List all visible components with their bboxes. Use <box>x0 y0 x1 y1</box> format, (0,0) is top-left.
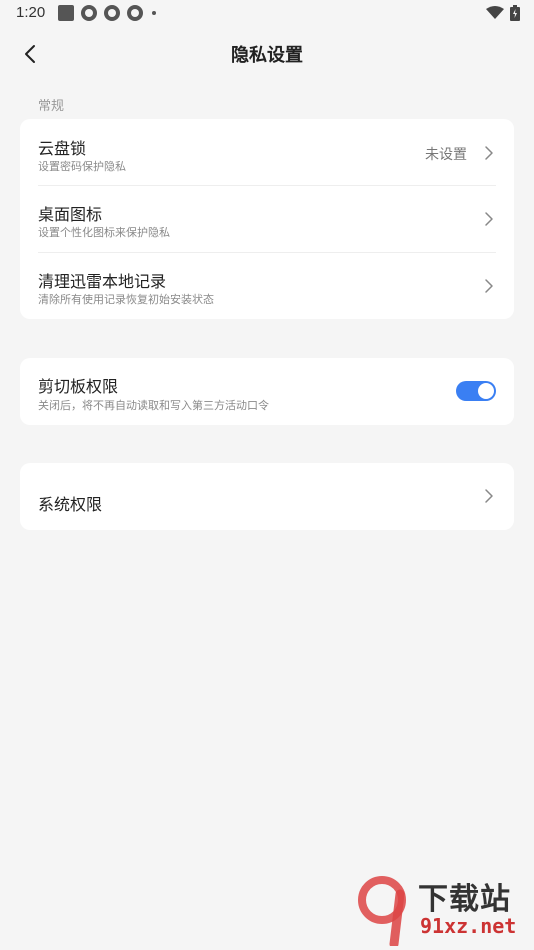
general-settings-card: 云盘锁 设置密码保护隐私 未设置 桌面图标 设置个性化图标来保护隐私 清理迅雷本… <box>20 119 514 319</box>
section-label-general: 常规 <box>38 99 65 114</box>
clipboard-row: 剪切板权限 关闭后，将不再自动读取和写入第三方活动口令 <box>20 358 514 424</box>
cloud-lock-row[interactable]: 云盘锁 设置密码保护隐私 未设置 <box>20 119 514 185</box>
clipboard-card: 剪切板权限 关闭后，将不再自动读取和写入第三方活动口令 <box>20 358 514 425</box>
clear-records-title: 清理迅雷本地记录 <box>38 272 167 291</box>
chevron-right-icon <box>485 489 493 503</box>
app-notification-icon <box>58 5 74 21</box>
wifi-icon <box>486 6 504 19</box>
watermark-url: 91xz.net <box>420 914 517 938</box>
system-permission-title: 系统权限 <box>38 495 103 514</box>
desktop-icon-subtitle: 设置个性化图标来保护隐私 <box>38 226 170 239</box>
chevron-right-icon <box>485 212 493 226</box>
chevron-right-icon <box>485 146 493 160</box>
system-permission-row[interactable]: 系统权限 <box>20 463 514 529</box>
page-title: 隐私设置 <box>231 45 303 66</box>
header: 隐私设置 <box>0 28 534 80</box>
clear-records-row[interactable]: 清理迅雷本地记录 清除所有使用记录恢复初始安装状态 <box>20 253 514 319</box>
watermark-brand: 下载站 <box>418 882 511 917</box>
chevron-right-icon <box>485 279 493 293</box>
status-time: 1:20 <box>16 4 46 21</box>
notification-icons <box>58 5 156 21</box>
clipboard-toggle[interactable] <box>456 381 496 401</box>
clipboard-subtitle: 关闭后，将不再自动读取和写入第三方活动口令 <box>38 399 269 412</box>
desktop-icon-row[interactable]: 桌面图标 设置个性化图标来保护隐私 <box>20 186 514 252</box>
cloud-lock-subtitle: 设置密码保护隐私 <box>38 160 126 173</box>
cloud-lock-title: 云盘锁 <box>38 139 87 158</box>
desktop-icon-title: 桌面图标 <box>38 205 103 224</box>
toggle-knob <box>478 383 494 399</box>
watermark: 下载站 91xz.net <box>358 874 528 946</box>
sync-notification-icon <box>81 5 97 21</box>
more-notifications-icon <box>152 11 156 15</box>
status-bar: 1:20 <box>0 0 534 28</box>
watermark-logo-icon <box>358 876 406 946</box>
sync-notification-icon <box>104 5 120 21</box>
sync-notification-icon <box>127 5 143 21</box>
clear-records-subtitle: 清除所有使用记录恢复初始安装状态 <box>38 293 214 306</box>
cloud-lock-value: 未设置 <box>425 147 467 163</box>
clipboard-title: 剪切板权限 <box>38 377 119 396</box>
system-permission-card: 系统权限 <box>20 463 514 530</box>
battery-icon <box>510 5 520 21</box>
system-icons <box>486 5 520 21</box>
